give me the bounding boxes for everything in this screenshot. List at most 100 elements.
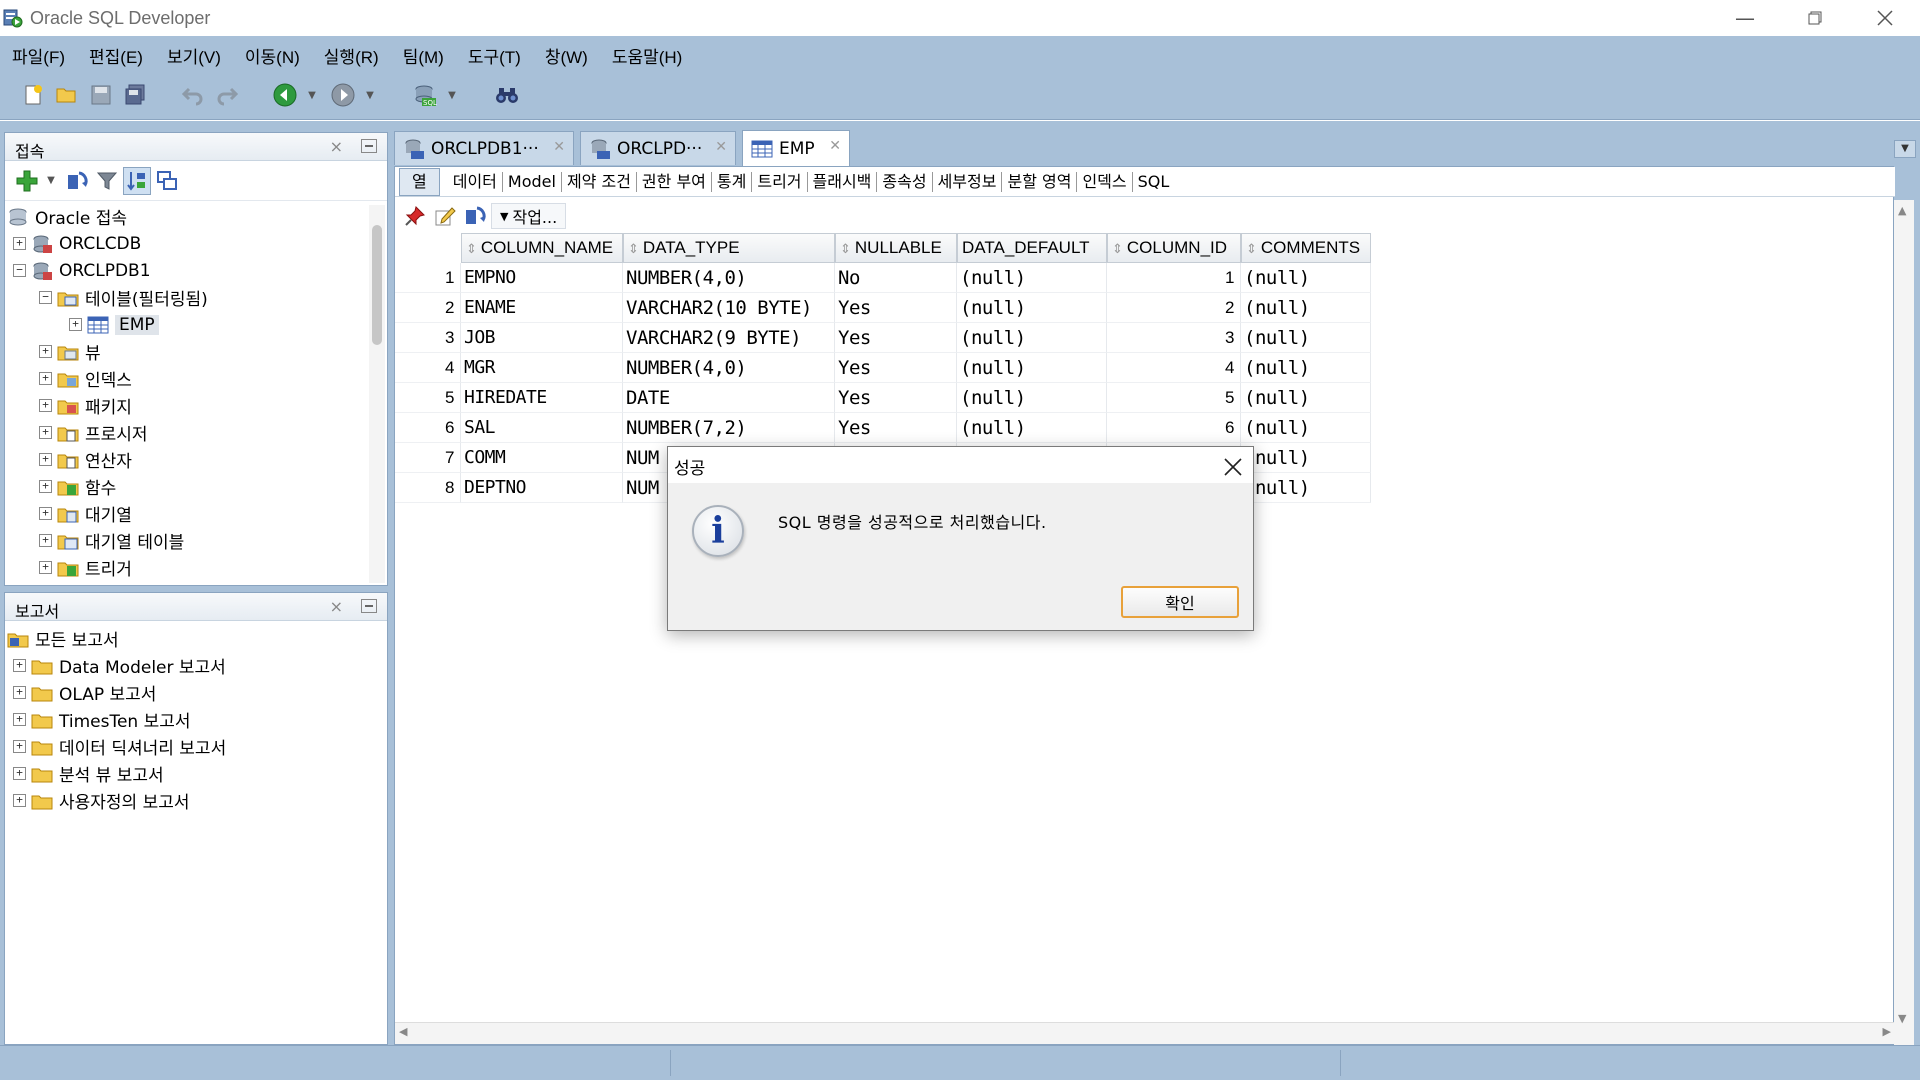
column-header-comments[interactable]: ⇕ COMMENTS: [1241, 233, 1371, 263]
table-row[interactable]: 1 EMPNO NUMBER(4,0) No (null) 1 (null): [395, 263, 1371, 293]
comments-cell[interactable]: (null): [1241, 263, 1371, 293]
column-name-cell[interactable]: HIREDATE: [461, 383, 623, 413]
expand-icon[interactable]: +: [39, 453, 52, 466]
refresh-grid-button[interactable]: [461, 202, 489, 230]
data-default-cell[interactable]: (null): [957, 263, 1107, 293]
scroll-up-icon[interactable]: ▲: [1898, 204, 1906, 217]
ok-button[interactable]: 확인: [1121, 586, 1239, 618]
table-row[interactable]: 3 JOB VARCHAR2(9 BYTE) Yes (null) 3 (null): [395, 323, 1371, 353]
data-default-cell[interactable]: (null): [957, 413, 1107, 443]
expand-icon[interactable]: +: [39, 426, 52, 439]
expand-icon[interactable]: +: [39, 480, 52, 493]
tree-node-data-dictionary-reports[interactable]: + 데이터 딕셔너리 보고서: [13, 733, 226, 760]
nullable-cell[interactable]: Yes: [835, 413, 957, 443]
table-row[interactable]: 6 SAL NUMBER(7,2) Yes (null) 6 (null): [395, 413, 1371, 443]
tab-list-dropdown[interactable]: ▼: [1894, 140, 1916, 158]
connections-scrollbar[interactable]: [369, 205, 385, 583]
subtab-triggers[interactable]: 트리거: [752, 171, 808, 192]
expand-icon[interactable]: +: [13, 686, 26, 699]
tree-node-operators[interactable]: + 연산자: [39, 446, 132, 473]
menu-tools[interactable]: 도구(T): [460, 43, 529, 68]
nullable-cell[interactable]: Yes: [835, 353, 957, 383]
comments-cell[interactable]: (null): [1241, 293, 1371, 323]
menu-edit[interactable]: 편집(E): [81, 43, 151, 68]
data-default-cell[interactable]: (null): [957, 383, 1107, 413]
new-connection-button[interactable]: [13, 167, 41, 195]
tree-node-packages[interactable]: + 패키지: [39, 392, 132, 419]
close-tab-icon[interactable]: ✕: [829, 138, 841, 154]
restore-button[interactable]: [1780, 0, 1850, 36]
subtab-details[interactable]: 세부정보: [933, 171, 1003, 192]
save-button[interactable]: [86, 80, 116, 110]
menu-file[interactable]: 파일(F): [4, 43, 73, 68]
close-panel-icon[interactable]: ×: [330, 597, 343, 616]
subtab-grants[interactable]: 권한 부여: [637, 171, 712, 192]
nullable-cell[interactable]: Yes: [835, 383, 957, 413]
scroll-down-icon[interactable]: ▼: [1898, 1012, 1906, 1025]
comments-cell[interactable]: (null): [1241, 323, 1371, 353]
forward-button[interactable]: [328, 80, 358, 110]
tree-node-data-modeler-reports[interactable]: + Data Modeler 보고서: [13, 652, 226, 679]
data-type-cell[interactable]: VARCHAR2(10 BYTE): [623, 293, 835, 323]
collapse-all-button[interactable]: [153, 167, 181, 195]
back-dropdown[interactable]: ▼: [304, 80, 320, 110]
subtab-dependencies[interactable]: 종속성: [877, 171, 933, 192]
column-header-column-id[interactable]: ⇕ COLUMN_ID: [1107, 233, 1241, 263]
open-button[interactable]: [52, 80, 82, 110]
expand-icon[interactable]: +: [13, 237, 26, 250]
refresh-button[interactable]: [63, 167, 91, 195]
expand-icon[interactable]: +: [39, 507, 52, 520]
column-id-cell[interactable]: 2: [1107, 293, 1241, 323]
data-type-cell[interactable]: VARCHAR2(9 BYTE): [623, 323, 835, 353]
tree-node-orclcdb[interactable]: + ORCLCDB: [13, 230, 141, 257]
row-number-cell[interactable]: 5: [395, 383, 461, 413]
menu-run[interactable]: 실행(R): [316, 43, 387, 68]
comments-cell[interactable]: (null): [1241, 383, 1371, 413]
expand-icon[interactable]: +: [69, 318, 82, 331]
tree-node-all-reports[interactable]: 모든 보고서: [7, 625, 119, 652]
column-header-nullable[interactable]: ⇕ NULLABLE: [835, 233, 957, 263]
menu-window[interactable]: 창(W): [537, 43, 596, 68]
column-id-cell[interactable]: 3: [1107, 323, 1241, 353]
nullable-cell[interactable]: Yes: [835, 323, 957, 353]
expand-icon[interactable]: +: [39, 372, 52, 385]
tree-node-queues[interactable]: + 대기열: [39, 500, 132, 527]
redo-button[interactable]: [212, 80, 242, 110]
tree-node-timesten-reports[interactable]: + TimesTen 보고서: [13, 706, 191, 733]
tree-node-functions[interactable]: + 함수: [39, 473, 116, 500]
collapse-icon[interactable]: −: [13, 264, 26, 277]
scroll-left-icon[interactable]: ◀: [399, 1025, 407, 1038]
close-window-button[interactable]: [1850, 0, 1920, 36]
comments-cell[interactable]: (null): [1241, 353, 1371, 383]
nullable-cell[interactable]: No: [835, 263, 957, 293]
comments-cell[interactable]: (null): [1241, 413, 1371, 443]
tree-node-emp[interactable]: + EMP: [69, 311, 159, 338]
expand-icon[interactable]: +: [39, 561, 52, 574]
column-name-cell[interactable]: EMPNO: [461, 263, 623, 293]
subtab-sql[interactable]: SQL: [1133, 172, 1175, 192]
scroll-right-icon[interactable]: ▶: [1883, 1025, 1891, 1038]
expand-icon[interactable]: +: [39, 399, 52, 412]
data-type-cell[interactable]: NUMBER(4,0): [623, 353, 835, 383]
tree-node-views[interactable]: + 뷰: [39, 338, 101, 365]
minimize-panel-icon[interactable]: [361, 139, 377, 153]
column-id-cell[interactable]: 1: [1107, 263, 1241, 293]
column-name-cell[interactable]: DEPTNO: [461, 473, 623, 503]
close-tab-icon[interactable]: ✕: [553, 139, 565, 155]
expand-icon[interactable]: +: [13, 713, 26, 726]
tree-node-user-defined-reports[interactable]: + 사용자정의 보고서: [13, 787, 190, 814]
dialog-close-button[interactable]: [1223, 449, 1243, 484]
column-header-data-type[interactable]: ⇕ DATA_TYPE: [623, 233, 835, 263]
menu-navigate[interactable]: 이동(N): [237, 43, 308, 68]
tab-orclpd-worksheet[interactable]: ORCLPD··· ✕: [580, 131, 736, 165]
tree-node-olap-reports[interactable]: + OLAP 보고서: [13, 679, 156, 706]
actions-menu-button[interactable]: ▼ 작업...: [491, 203, 567, 229]
data-default-cell[interactable]: (null): [957, 353, 1107, 383]
data-type-cell[interactable]: NUMBER(4,0): [623, 263, 835, 293]
undo-button[interactable]: [178, 80, 208, 110]
new-connection-dropdown[interactable]: ▼: [43, 166, 59, 196]
expand-icon[interactable]: +: [13, 794, 26, 807]
menu-view[interactable]: 보기(V): [159, 43, 229, 68]
nullable-cell[interactable]: Yes: [835, 293, 957, 323]
edit-button[interactable]: [431, 202, 459, 230]
